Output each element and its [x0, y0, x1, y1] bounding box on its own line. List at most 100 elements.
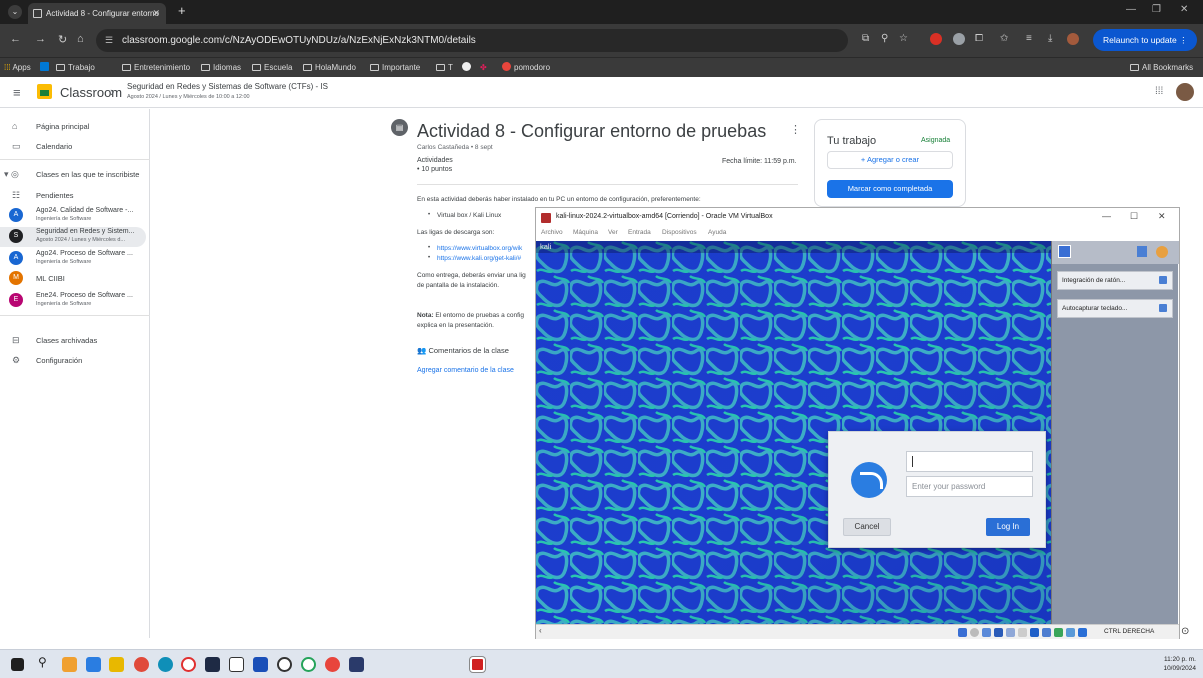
- extension-icon[interactable]: [953, 33, 965, 45]
- sidebar-class-ml-ciibi[interactable]: M ML CIIBI: [0, 269, 150, 289]
- more-options-icon[interactable]: ⋮: [790, 123, 801, 136]
- display-status-icon[interactable]: [1030, 628, 1039, 637]
- bookmark-outlook[interactable]: [40, 58, 49, 77]
- recording-status-icon[interactable]: [1042, 628, 1051, 637]
- virtualbox-link[interactable]: https://www.virtualbox.org/wik: [437, 245, 522, 252]
- bookmark-t[interactable]: T: [436, 58, 453, 77]
- cancel-button[interactable]: Cancel: [843, 518, 891, 536]
- login-button[interactable]: Log In: [986, 518, 1030, 536]
- bookmark-star-icon[interactable]: ☆: [899, 33, 908, 44]
- windows-start-icon[interactable]: [11, 658, 24, 671]
- browser-tab-active[interactable]: Actividad 8 - Configurar entorno ✕: [28, 3, 166, 24]
- vscode-icon[interactable]: [86, 657, 101, 672]
- network-status-icon[interactable]: [994, 628, 1003, 637]
- menu-archivo[interactable]: Archivo: [541, 229, 563, 236]
- address-bar[interactable]: ☰ classroom.google.com/c/NzAyODEwOTUyNDU…: [96, 29, 848, 52]
- sidebar-class-calidad[interactable]: A Ago24. Calidad de Software -... Ingenier…: [0, 206, 150, 226]
- vbox-maximize-icon[interactable]: ☐: [1130, 211, 1138, 222]
- panel-toggle-icon[interactable]: [1137, 246, 1147, 257]
- obs-icon[interactable]: [277, 657, 292, 672]
- keyboard-capture-notice[interactable]: Autocapturar teclado...: [1057, 299, 1173, 318]
- bookmark-entretenimiento[interactable]: Entretenimiento: [122, 58, 190, 77]
- all-bookmarks[interactable]: All Bookmarks: [1130, 58, 1193, 77]
- install-app-icon[interactable]: ⧉: [862, 33, 869, 44]
- menu-maquina[interactable]: Máquina: [573, 229, 598, 236]
- main-menu-icon[interactable]: ≡: [13, 85, 21, 100]
- zoom-icon[interactable]: ⚲: [881, 33, 888, 44]
- search-icon[interactable]: ⚲: [38, 655, 53, 670]
- downloads-icon[interactable]: ⤓: [1048, 33, 1052, 44]
- maximize-icon[interactable]: ❐: [1152, 4, 1161, 15]
- sidebar-class-proceso-ago[interactable]: A Ago24. Proceso de Software ... Ingenierí…: [0, 249, 150, 269]
- bookmark-slack-icon[interactable]: ✤: [480, 58, 487, 77]
- add-or-create-button[interactable]: + Agregar o crear: [827, 151, 953, 169]
- kali-taskbar-icon[interactable]: [470, 657, 485, 672]
- chrome-profile-icon[interactable]: [325, 657, 340, 672]
- sidebar-class-seguridad[interactable]: S Seguridad en Redes y Sistem... Agosto 20…: [0, 227, 146, 247]
- bookmark-trabajo[interactable]: Trabajo: [56, 58, 95, 77]
- sidebar-item-enrolled[interactable]: ▾ ◎ Clases en las que te inscribiste: [0, 165, 150, 185]
- kali-link[interactable]: https://www.kali.org/get-kali/#: [437, 255, 521, 262]
- mark-complete-button[interactable]: Marcar como completada: [827, 180, 953, 198]
- keyboard-status-icon[interactable]: [1078, 628, 1087, 637]
- username-field[interactable]: [906, 451, 1033, 472]
- system-clock[interactable]: 11:20 p. m. 10/09/2024: [1160, 655, 1196, 673]
- jetbrains-icon[interactable]: [205, 657, 220, 672]
- vbox-close-icon[interactable]: ✕: [1158, 211, 1166, 222]
- class-name[interactable]: Seguridad en Redes y Sistemas de Softwar…: [127, 82, 328, 91]
- sidebar-item-home[interactable]: ⌂ Página principal: [0, 117, 150, 137]
- bookmark-escuela[interactable]: Escuela: [252, 58, 292, 77]
- tab-search-icon[interactable]: ⌄: [8, 5, 22, 19]
- google-apps-icon[interactable]: ⁞⁞⁞: [1155, 86, 1163, 97]
- site-info-icon[interactable]: ☰: [105, 29, 113, 52]
- close-tab-icon[interactable]: ✕: [152, 3, 160, 24]
- sidebar-item-calendar[interactable]: ▭ Calendario: [0, 137, 150, 157]
- usb-status-icon[interactable]: [1006, 628, 1015, 637]
- bookmarks-star-icon[interactable]: ✩: [1000, 33, 1008, 44]
- vbox-minimize-icon[interactable]: —: [1102, 211, 1111, 221]
- bookmark-apps[interactable]: ⁞⁞⁞ Apps: [4, 58, 31, 77]
- audio-status-icon[interactable]: [982, 628, 991, 637]
- help-icon[interactable]: ⊙: [1181, 626, 1189, 637]
- adblock-extension-icon[interactable]: [930, 33, 942, 45]
- menu-dispositivos[interactable]: Dispositivos: [662, 229, 697, 236]
- opera-icon[interactable]: [181, 657, 196, 672]
- relaunch-button[interactable]: Relaunch to update ⋮: [1093, 29, 1197, 51]
- app-icon[interactable]: [349, 657, 364, 672]
- password-field[interactable]: Enter your password: [906, 476, 1033, 497]
- virtualbox-taskbar-icon[interactable]: [253, 657, 268, 672]
- edge-icon[interactable]: [158, 657, 173, 672]
- taskbar-app-icon[interactable]: [62, 657, 77, 672]
- file-explorer-icon[interactable]: [109, 657, 124, 672]
- whatsapp-icon[interactable]: [301, 657, 316, 672]
- add-comment-link[interactable]: Agregar comentario de la clase: [417, 367, 514, 374]
- profile-avatar[interactable]: [1067, 33, 1079, 45]
- close-window-icon[interactable]: ✕: [1180, 4, 1188, 15]
- new-tab-icon[interactable]: +: [178, 3, 186, 18]
- sidebar-item-settings[interactable]: ⚙ Configuración: [0, 351, 150, 371]
- vt-x-status-icon[interactable]: [1054, 628, 1063, 637]
- bookmark-github-icon[interactable]: [462, 58, 471, 77]
- sidebar-item-archived[interactable]: ⊟ Clases archivadas: [0, 331, 150, 351]
- chrome-icon[interactable]: [134, 657, 149, 672]
- reload-icon[interactable]: ↻: [58, 33, 67, 46]
- mouse-integration-notice[interactable]: Integración de ratón...: [1057, 271, 1173, 290]
- sidebar-class-proceso-ene[interactable]: E Ene24. Proceso de Software ... Ingenierí…: [0, 291, 150, 311]
- classroom-logo[interactable]: [37, 84, 52, 99]
- menu-ver[interactable]: Ver: [608, 229, 618, 236]
- reading-list-icon[interactable]: ≡: [1026, 33, 1032, 44]
- panel-help-icon[interactable]: [1156, 246, 1168, 258]
- menu-entrada[interactable]: Entrada: [628, 229, 651, 236]
- sidebar-item-pending[interactable]: ☷ Pendientes: [0, 186, 150, 206]
- shared-folders-status-icon[interactable]: [1018, 628, 1027, 637]
- home-icon[interactable]: ⌂: [77, 33, 84, 45]
- mouse-status-icon[interactable]: [1066, 628, 1075, 637]
- bookmark-holamundo[interactable]: HolaMundo: [303, 58, 356, 77]
- back-icon[interactable]: ←: [10, 33, 21, 45]
- extensions-puzzle-icon[interactable]: ⧠: [975, 33, 983, 44]
- optical-status-icon[interactable]: [970, 628, 979, 637]
- notion-icon[interactable]: [229, 657, 244, 672]
- bookmark-pomodoro[interactable]: pomodoro: [502, 58, 550, 77]
- scroll-left-icon[interactable]: ‹: [539, 626, 542, 635]
- minimize-icon[interactable]: —: [1126, 4, 1136, 15]
